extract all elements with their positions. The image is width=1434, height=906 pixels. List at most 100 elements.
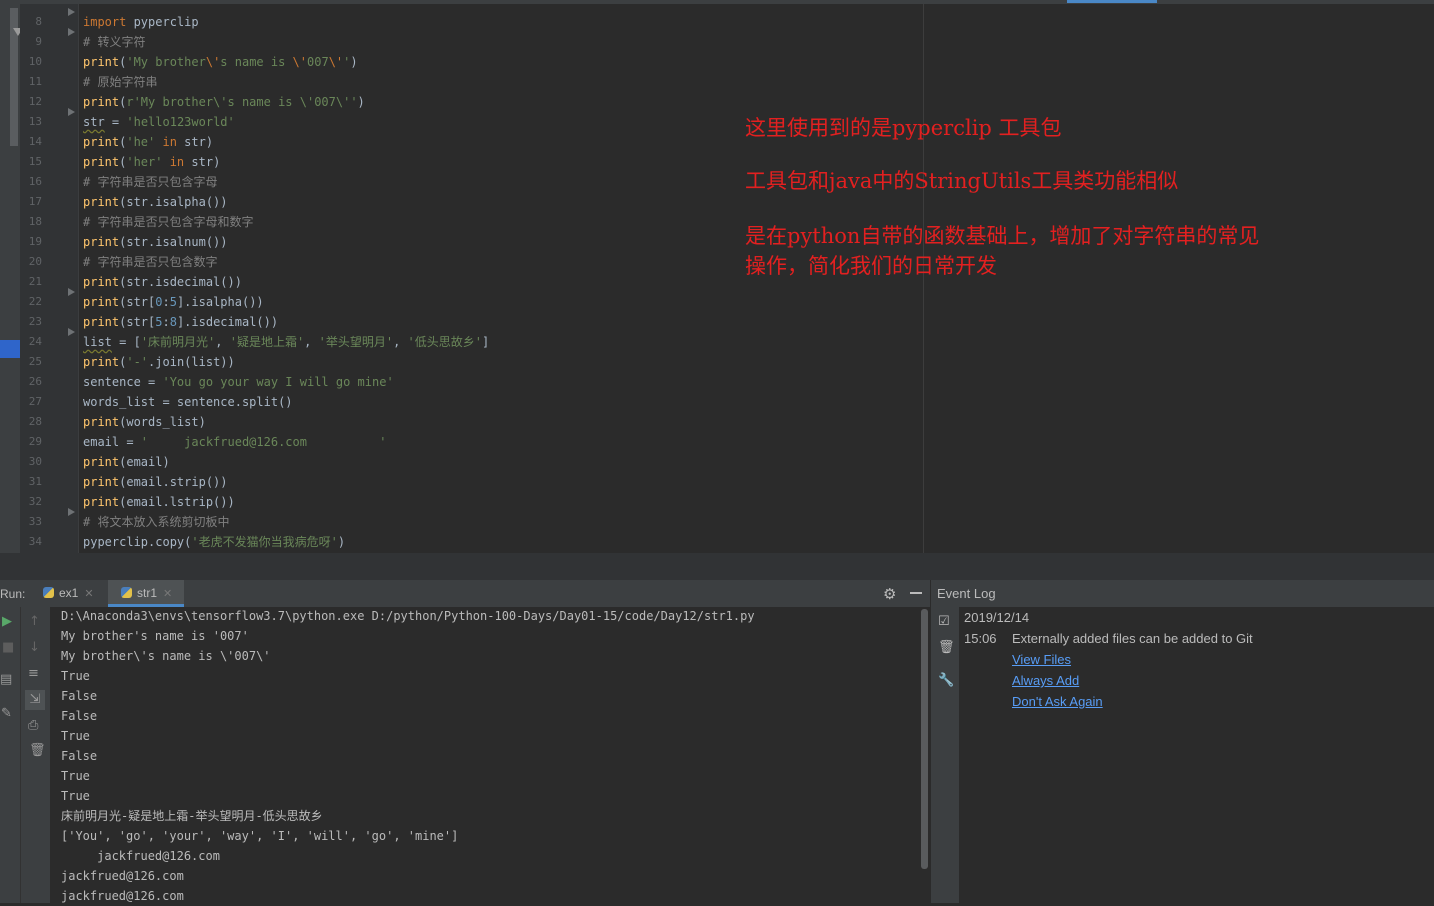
console-scrollbar[interactable] bbox=[921, 609, 928, 869]
line-number: 27 bbox=[28, 395, 42, 408]
code-line: import pyperclip bbox=[83, 12, 199, 32]
always-add-link[interactable]: Always Add bbox=[1012, 673, 1079, 688]
sidebar-selected-item[interactable] bbox=[0, 340, 20, 358]
dont-ask-again-link[interactable]: Don't Ask Again bbox=[1012, 694, 1103, 709]
code-line: print('he' in str) bbox=[83, 132, 213, 152]
code-line: print(words_list) bbox=[83, 412, 206, 432]
code-token: ) bbox=[350, 55, 358, 69]
trash-icon[interactable]: 🗑 bbox=[938, 641, 955, 655]
code-token: print bbox=[83, 135, 120, 149]
wrench-icon[interactable]: 🔧 bbox=[938, 674, 954, 688]
code-token: print bbox=[83, 235, 120, 249]
line-number: 24 bbox=[28, 335, 42, 348]
event-message: Externally added files can be added to G… bbox=[1012, 631, 1253, 646]
code-token: str) bbox=[184, 135, 214, 149]
code-token: print bbox=[83, 455, 120, 469]
code-token: '举头望明月' bbox=[318, 335, 394, 349]
annotation-line-2: 工具包和java中的StringUtils工具类功能相似 bbox=[745, 169, 1179, 193]
mark-read-icon[interactable]: ☑ bbox=[938, 615, 950, 629]
layout-icon[interactable]: ▤ bbox=[0, 673, 12, 687]
top-toolbar-strip bbox=[0, 0, 1434, 4]
code-token: = bbox=[104, 115, 127, 129]
code-token: r'My brother\'s name is \'007\'' bbox=[126, 95, 358, 109]
soft-wrap-icon[interactable]: ≡ bbox=[28, 667, 39, 681]
code-line: print(str.isdecimal()) bbox=[83, 272, 242, 292]
line-number: 32 bbox=[28, 495, 42, 508]
trash-icon[interactable]: 🗑 bbox=[29, 744, 46, 758]
code-token: in bbox=[155, 135, 185, 149]
code-line: print(email.strip()) bbox=[83, 472, 228, 492]
code-line: print('-'.join(list)) bbox=[83, 352, 235, 372]
fold-marker-icon[interactable] bbox=[68, 508, 75, 516]
line-number: 8 bbox=[35, 15, 42, 28]
code-token: '-' bbox=[126, 355, 149, 369]
fold-marker-icon[interactable] bbox=[68, 28, 75, 36]
code-token: pyperclip.copy( bbox=[83, 535, 192, 549]
code-token: , bbox=[215, 335, 230, 349]
gutter-divider bbox=[78, 4, 79, 553]
scroll-down-icon[interactable]: ↓ bbox=[29, 641, 40, 655]
line-number: 28 bbox=[28, 415, 42, 428]
code-line: # 字符串是否只包含字母和数字 bbox=[83, 212, 253, 232]
code-token: str bbox=[83, 115, 105, 129]
code-token: 5 bbox=[169, 295, 177, 309]
fold-marker-icon[interactable] bbox=[68, 108, 75, 116]
code-token: # 字符串是否只包含字母和数字 bbox=[83, 215, 254, 229]
code-token: : bbox=[162, 315, 170, 329]
line-number: 21 bbox=[28, 275, 42, 288]
console-line: True bbox=[61, 669, 90, 683]
line-number: 34 bbox=[28, 535, 42, 548]
code-token: , bbox=[393, 335, 408, 349]
code-token: import bbox=[83, 15, 127, 29]
close-tab-icon[interactable]: ✕ bbox=[84, 588, 93, 600]
rerun-icon[interactable]: ▶ bbox=[2, 615, 12, 629]
code-token: (email.strip()) bbox=[119, 475, 228, 489]
scroll-up-icon[interactable]: ↑ bbox=[29, 615, 40, 629]
fold-marker-icon[interactable] bbox=[68, 288, 75, 296]
fold-marker-icon[interactable] bbox=[68, 8, 75, 16]
line-number: 23 bbox=[28, 315, 42, 328]
annotation-line-3a: 是在python自带的函数基础上，增加了对字符串的常见 bbox=[745, 224, 1260, 248]
python-file-icon bbox=[121, 587, 132, 598]
tab-str1[interactable]: str1 ✕ bbox=[121, 580, 172, 607]
active-tab-indicator bbox=[1067, 0, 1157, 3]
code-token: words_list = sentence.split() bbox=[83, 395, 293, 409]
console-line: D:\Anaconda3\envs\tensorflow3.7\python.e… bbox=[61, 609, 755, 623]
close-tab-icon[interactable]: ✕ bbox=[163, 588, 172, 600]
view-files-link[interactable]: View Files bbox=[1012, 652, 1071, 667]
code-token: '老虎不发猫你当我病危呀' bbox=[191, 535, 338, 549]
event-date: 2019/12/14 bbox=[964, 610, 1030, 625]
minimize-icon[interactable] bbox=[910, 592, 922, 594]
code-token: 'hello123world' bbox=[126, 115, 235, 129]
print-icon[interactable]: ⎙ bbox=[28, 719, 38, 733]
code-token: ].isdecimal()) bbox=[176, 315, 279, 329]
code-token: = [ bbox=[111, 335, 141, 349]
line-number: 22 bbox=[28, 295, 42, 308]
code-token: 'he' bbox=[126, 135, 156, 149]
pin-icon[interactable]: ✎ bbox=[1, 707, 12, 721]
fold-marker-icon[interactable] bbox=[68, 328, 75, 336]
tab-ex1[interactable]: ex1 ✕ bbox=[43, 580, 94, 607]
code-token: '床前明月光' bbox=[140, 335, 216, 349]
line-number: 18 bbox=[28, 215, 42, 228]
code-token: \' bbox=[328, 55, 344, 69]
code-token: # 将文本放入系统剪切板中 bbox=[83, 515, 230, 529]
scroll-to-end-icon[interactable]: ⇲ bbox=[25, 690, 45, 710]
code-token: print bbox=[83, 415, 120, 429]
line-number: 9 bbox=[35, 35, 42, 48]
event-log-title: Event Log bbox=[937, 586, 996, 601]
annotation-line-3b: 操作，简化我们的日常开发 bbox=[745, 254, 997, 278]
stop-icon[interactable]: ■ bbox=[2, 641, 14, 655]
line-number: 12 bbox=[28, 95, 42, 108]
code-token: (email.lstrip()) bbox=[119, 495, 235, 509]
gear-icon[interactable]: ⚙ bbox=[883, 585, 896, 603]
annotation-line-1: 这里使用到的是pyperclip 工具包 bbox=[745, 116, 1062, 140]
console-line: False bbox=[61, 709, 98, 723]
line-number: 15 bbox=[28, 155, 42, 168]
code-token: print bbox=[83, 475, 120, 489]
code-token: print bbox=[83, 275, 120, 289]
code-line: # 字符串是否只包含字母 bbox=[83, 172, 217, 192]
code-token: pyperclip bbox=[126, 15, 199, 29]
tab-ex1-label: ex1 bbox=[59, 586, 79, 600]
run-toolbar-secondary: ↑ ↓ ≡ ⇲ ⎙ 🗑 bbox=[21, 607, 50, 903]
